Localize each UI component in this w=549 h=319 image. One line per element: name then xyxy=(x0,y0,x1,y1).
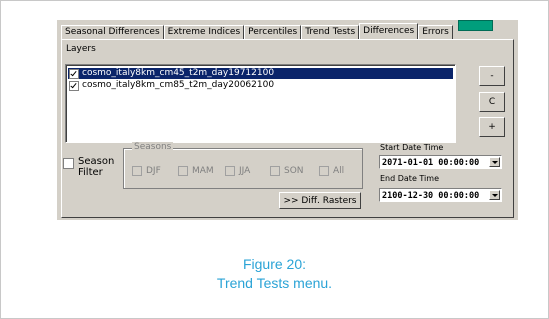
start-date-value: 2071-01-01 00:00:00 xyxy=(382,158,480,168)
season-checkbox[interactable] xyxy=(178,166,188,176)
clear-layers-button[interactable]: C xyxy=(479,92,505,112)
season-checkbox[interactable] xyxy=(270,166,280,176)
figure-number: Figure 20: xyxy=(242,256,307,272)
tab-extreme-indices[interactable]: Extreme Indices xyxy=(163,25,245,39)
layer-item[interactable]: cosmo_italy8km_cm45_t2m_day19712100 xyxy=(68,68,453,79)
diff-rasters-button[interactable]: >> Diff. Rasters xyxy=(279,192,361,209)
season-filter[interactable]: Season Filter xyxy=(63,156,114,178)
end-date-label: End Date Time xyxy=(380,174,439,183)
end-date-value: 2100-12-30 00:00:00 xyxy=(382,191,480,201)
layers-label: Layers xyxy=(66,44,96,54)
season-checkbox[interactable] xyxy=(132,166,142,176)
season-all[interactable]: All xyxy=(319,166,344,176)
season-mam[interactable]: MAM xyxy=(178,166,214,176)
seasons-group: Seasons DJF MAM JJA SON All xyxy=(123,142,363,189)
start-date-label: Start Date Time xyxy=(380,143,444,152)
layer-checkbox[interactable] xyxy=(69,68,79,79)
add-layer-button[interactable]: + xyxy=(479,117,505,137)
remove-layer-button[interactable]: - xyxy=(479,66,505,86)
tab-percentiles[interactable]: Percentiles xyxy=(244,25,302,39)
chevron-down-icon[interactable] xyxy=(489,157,500,167)
tab-differences[interactable]: Differences xyxy=(359,23,419,39)
layer-item[interactable]: cosmo_italy8km_cm85_t2m_day20062100 xyxy=(68,80,274,91)
season-jja[interactable]: JJA xyxy=(225,166,250,176)
season-filter-checkbox[interactable] xyxy=(63,158,74,169)
tab-trend-tests[interactable]: Trend Tests xyxy=(301,25,360,39)
figure-caption: Trend Tests menu. xyxy=(216,275,333,291)
differences-dialog: Seasonal Differences Extreme Indices Per… xyxy=(57,20,518,220)
tab-seasonal-differences[interactable]: Seasonal Differences xyxy=(61,25,164,39)
season-son[interactable]: SON xyxy=(270,166,304,176)
layer-name: cosmo_italy8km_cm85_t2m_day20062100 xyxy=(82,80,275,90)
seasons-title: Seasons xyxy=(132,142,174,152)
end-date-select[interactable]: 2100-12-30 00:00:00 xyxy=(379,188,502,202)
layers-list[interactable]: cosmo_italy8km_cm45_t2m_day19712100 cosm… xyxy=(65,64,456,143)
season-filter-label: Season Filter xyxy=(78,156,115,178)
chevron-down-icon[interactable] xyxy=(489,190,500,200)
layer-checkbox[interactable] xyxy=(69,80,79,91)
tab-scroll-button[interactable] xyxy=(458,20,493,31)
tab-errors[interactable]: Errors xyxy=(418,25,453,39)
season-djf[interactable]: DJF xyxy=(132,166,161,176)
tab-strip: Seasonal Differences Extreme Indices Per… xyxy=(61,23,514,39)
season-checkbox[interactable] xyxy=(319,166,329,176)
season-checkbox[interactable] xyxy=(225,166,235,176)
start-date-select[interactable]: 2071-01-01 00:00:00 xyxy=(379,155,502,169)
layer-name: cosmo_italy8km_cm45_t2m_day19712100 xyxy=(82,68,275,78)
